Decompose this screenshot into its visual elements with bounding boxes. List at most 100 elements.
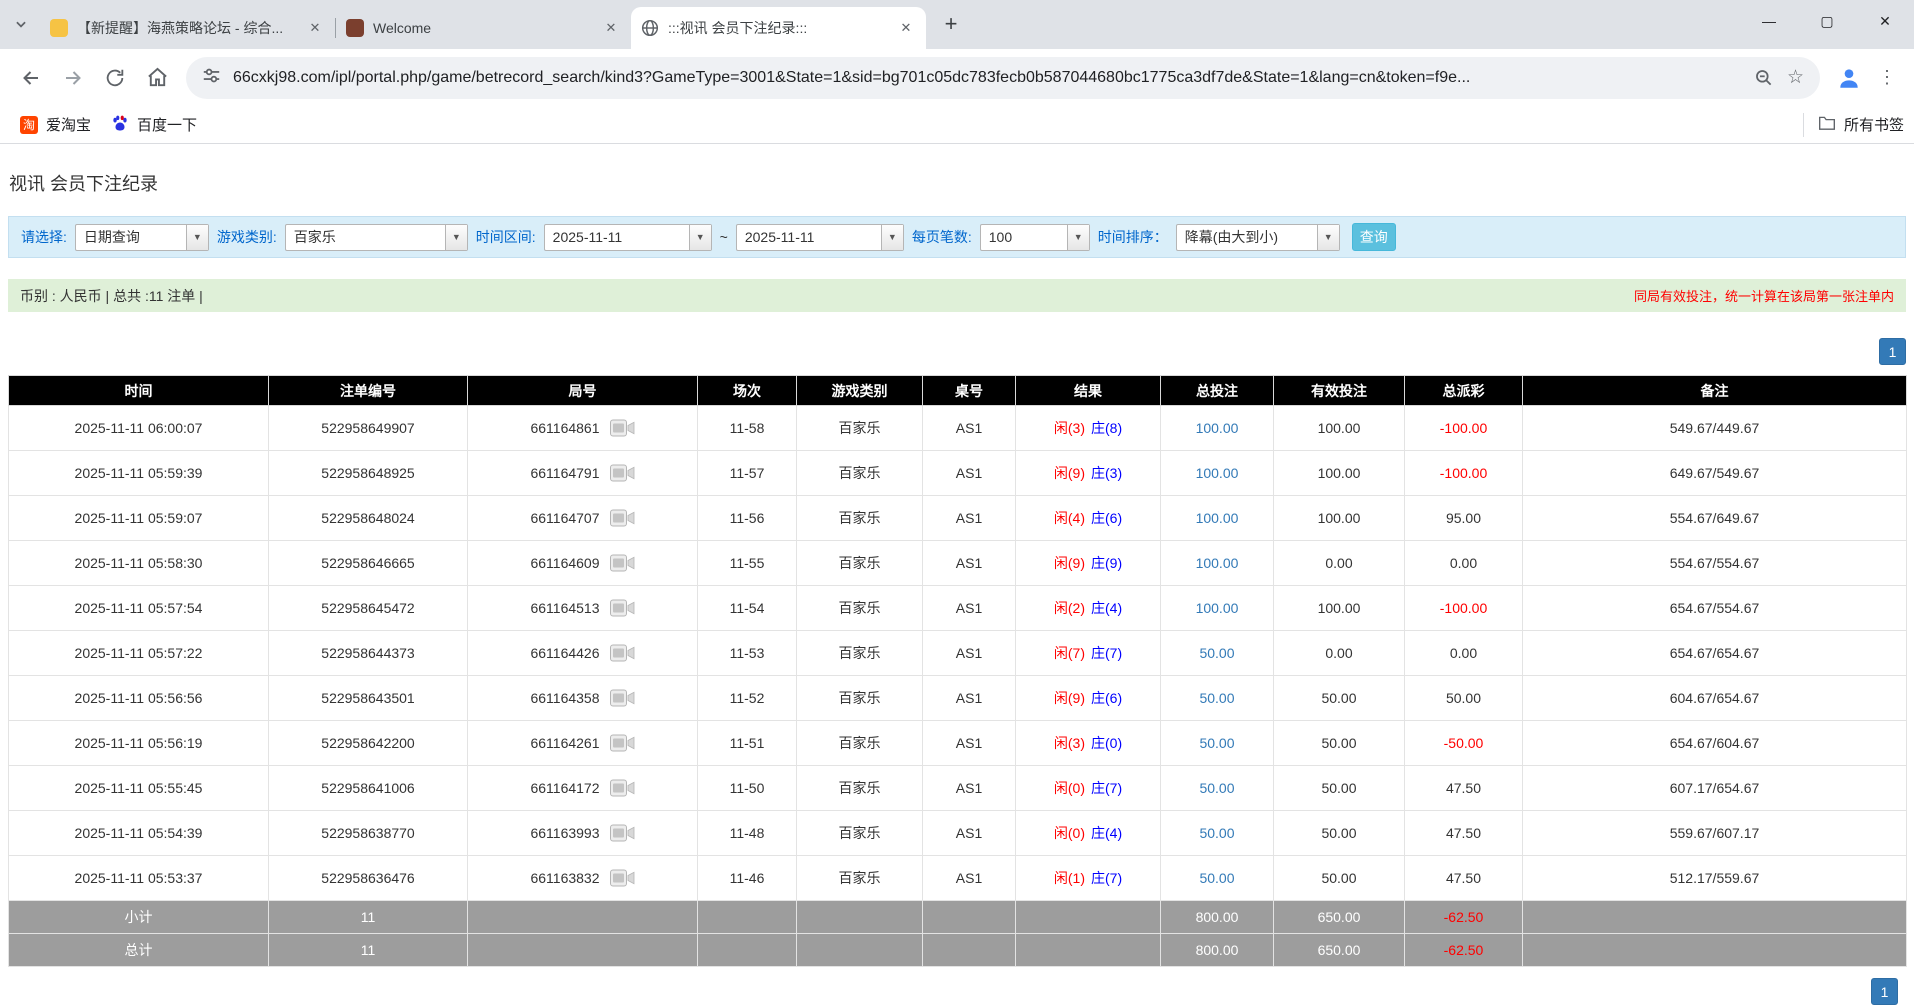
browser-tab-1[interactable]: 【新提醒】海燕策略论坛 - 综合... ✕: [40, 7, 335, 49]
cell-valid-bet: 0.00: [1273, 630, 1405, 676]
video-replay-icon[interactable]: [609, 464, 635, 482]
search-button[interactable]: 查询: [1351, 223, 1396, 251]
total-bet-link[interactable]: 50.00: [1199, 825, 1234, 841]
cell-total-bet: 50.00: [1160, 855, 1274, 901]
cell-valid-bet: 0.00: [1273, 540, 1405, 586]
date-from-select[interactable]: 2025-11-11 ▼: [543, 223, 712, 251]
bookmark-aitaobao[interactable]: 淘 爱淘宝: [10, 110, 101, 140]
video-replay-icon[interactable]: [609, 824, 635, 842]
table-row: 2025-11-11 05:57:22 522958644373 6611644…: [8, 630, 1907, 676]
total-bet-link[interactable]: 50.00: [1199, 690, 1234, 706]
site-favicon: [346, 19, 364, 37]
total-bet-link[interactable]: 50.00: [1199, 735, 1234, 751]
tab-close-icon[interactable]: ✕: [305, 18, 325, 38]
table-row: 2025-11-11 05:59:39 522958648925 6611647…: [8, 450, 1907, 496]
query-type-select[interactable]: 日期查询 ▼: [74, 223, 209, 251]
all-bookmarks[interactable]: 所有书签: [1802, 112, 1904, 137]
cell-payout: 0.00: [1404, 630, 1523, 676]
table-row: 2025-11-11 05:57:54 522958645472 6611645…: [8, 585, 1907, 631]
minimize-button[interactable]: —: [1740, 0, 1798, 42]
tab-close-icon[interactable]: ✕: [896, 18, 916, 38]
video-replay-icon[interactable]: [609, 419, 635, 437]
date-to-value: 2025-11-11: [744, 229, 815, 245]
video-replay-icon[interactable]: [609, 599, 635, 617]
banker-result: 庄(4): [1091, 600, 1123, 616]
cell-session: 11-46: [697, 855, 797, 901]
game-type-value: 百家乐: [293, 229, 336, 245]
bet-records-table: 时间 注单编号 局号 场次 游戏类别 桌号 结果 总投注 有效投注 总派彩 备注…: [8, 375, 1907, 967]
address-bar[interactable]: 66cxkj98.com/ipl/portal.php/game/betreco…: [186, 56, 1820, 99]
url-text[interactable]: 66cxkj98.com/ipl/portal.php/game/betreco…: [233, 69, 1744, 87]
cell-round: 661164172: [467, 765, 698, 811]
banker-result: 庄(6): [1091, 510, 1123, 526]
video-replay-icon[interactable]: [609, 644, 635, 662]
game-type-select[interactable]: 百家乐 ▼: [284, 223, 468, 251]
close-button[interactable]: ✕: [1856, 0, 1914, 42]
cell-game-type: 百家乐: [796, 810, 923, 856]
video-replay-icon[interactable]: [609, 554, 635, 572]
cell-remark: 654.67/554.67: [1522, 585, 1907, 631]
cell-table-no: AS1: [922, 405, 1016, 451]
maximize-button[interactable]: ▢: [1798, 0, 1856, 42]
banker-result: 庄(7): [1091, 645, 1123, 661]
cell-payout: 47.50: [1404, 810, 1523, 856]
cell-session: 11-51: [697, 720, 797, 766]
total-bet-link[interactable]: 100.00: [1196, 600, 1239, 616]
home-button[interactable]: [136, 57, 178, 99]
table-row: 2025-11-11 05:56:19 522958642200 6611642…: [8, 720, 1907, 766]
tab-search-button[interactable]: [6, 10, 36, 40]
col-header-bet-id: 注单编号: [268, 375, 468, 406]
video-replay-icon[interactable]: [609, 689, 635, 707]
total-bet-link[interactable]: 50.00: [1199, 780, 1234, 796]
reload-button[interactable]: [94, 57, 136, 99]
tab-close-icon[interactable]: ✕: [601, 18, 621, 38]
cell-valid-bet: 50.00: [1273, 810, 1405, 856]
all-bookmarks-label: 所有书签: [1843, 117, 1904, 134]
cell-round: 661164426: [467, 630, 698, 676]
total-bet-link[interactable]: 100.00: [1196, 510, 1239, 526]
page-1-button[interactable]: 1: [1871, 978, 1898, 1005]
cell-session: 11-48: [697, 810, 797, 856]
zoom-icon[interactable]: [1754, 68, 1773, 87]
cell-result: 闲(9) 庄(3): [1015, 450, 1161, 496]
video-replay-icon[interactable]: [609, 869, 635, 887]
page-size-label: 每页笔数:: [911, 229, 972, 245]
cell-session: 11-54: [697, 585, 797, 631]
video-replay-icon[interactable]: [609, 779, 635, 797]
video-replay-icon[interactable]: [609, 734, 635, 752]
player-result: 闲(4): [1053, 510, 1085, 526]
profile-avatar[interactable]: [1828, 57, 1870, 99]
total-bet-link[interactable]: 100.00: [1196, 555, 1239, 571]
total-bet-link[interactable]: 50.00: [1199, 870, 1234, 886]
sort-order-select[interactable]: 降幕(由大到小) ▼: [1175, 223, 1340, 251]
browser-tab-active[interactable]: :::视讯 会员下注纪录::: ✕: [631, 7, 926, 49]
cell-table-no: AS1: [922, 720, 1016, 766]
empty-cell: [922, 900, 1016, 934]
cell-payout: 47.50: [1404, 855, 1523, 901]
browser-menu-icon[interactable]: ⋮: [1870, 57, 1904, 99]
bookmark-star-icon[interactable]: ☆: [1787, 68, 1804, 87]
cell-time: 2025-11-11 06:00:07: [8, 405, 269, 451]
cell-game-type: 百家乐: [796, 405, 923, 451]
browser-tab-2[interactable]: Welcome ✕: [336, 7, 631, 49]
total-bet-link[interactable]: 50.00: [1199, 645, 1234, 661]
cell-time: 2025-11-11 05:59:07: [8, 495, 269, 541]
page-1-button[interactable]: 1: [1879, 338, 1906, 365]
cell-result: 闲(1) 庄(7): [1015, 855, 1161, 901]
cell-game-type: 百家乐: [796, 585, 923, 631]
site-settings-icon[interactable]: [202, 66, 221, 90]
new-tab-button[interactable]: +: [934, 7, 968, 41]
bookmark-baidu[interactable]: 百度一下: [101, 110, 207, 140]
video-replay-icon[interactable]: [609, 509, 635, 527]
cell-bet-id: 522958641006: [268, 765, 468, 811]
forward-button[interactable]: [52, 57, 94, 99]
total-bet-link[interactable]: 100.00: [1196, 465, 1239, 481]
navigation-bar: 66cxkj98.com/ipl/portal.php/game/betreco…: [0, 49, 1914, 106]
player-result: 闲(3): [1053, 735, 1085, 751]
back-button[interactable]: [10, 57, 52, 99]
page-size-select[interactable]: 100 ▼: [979, 223, 1090, 251]
total-bet-link[interactable]: 100.00: [1196, 420, 1239, 436]
date-to-select[interactable]: 2025-11-11 ▼: [735, 223, 904, 251]
pagination-top: 1: [8, 338, 1906, 365]
cell-table-no: AS1: [922, 450, 1016, 496]
